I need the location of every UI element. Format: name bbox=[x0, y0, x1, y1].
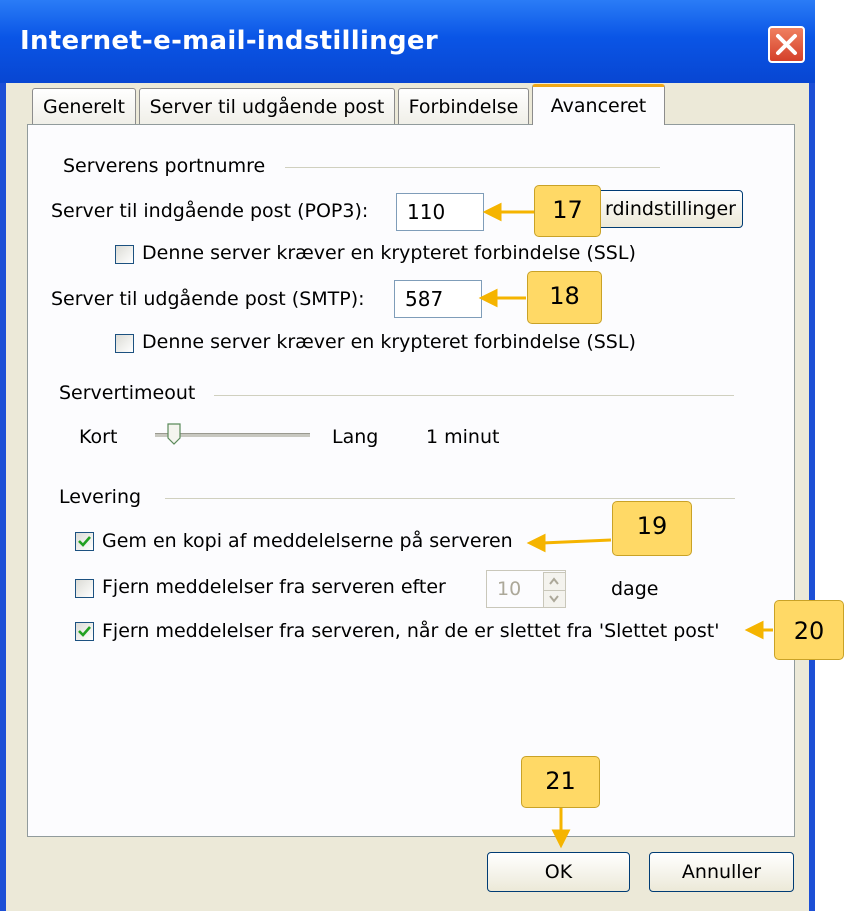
callout-19: 19 bbox=[612, 501, 692, 556]
callout-20: 20 bbox=[774, 600, 844, 660]
callout-17: 17 bbox=[534, 185, 601, 237]
annotation-arrows bbox=[478, 202, 773, 849]
callout-18: 18 bbox=[527, 271, 602, 324]
callout-21: 21 bbox=[521, 756, 600, 808]
tab-avanceret[interactable]: Avanceret bbox=[532, 84, 665, 125]
